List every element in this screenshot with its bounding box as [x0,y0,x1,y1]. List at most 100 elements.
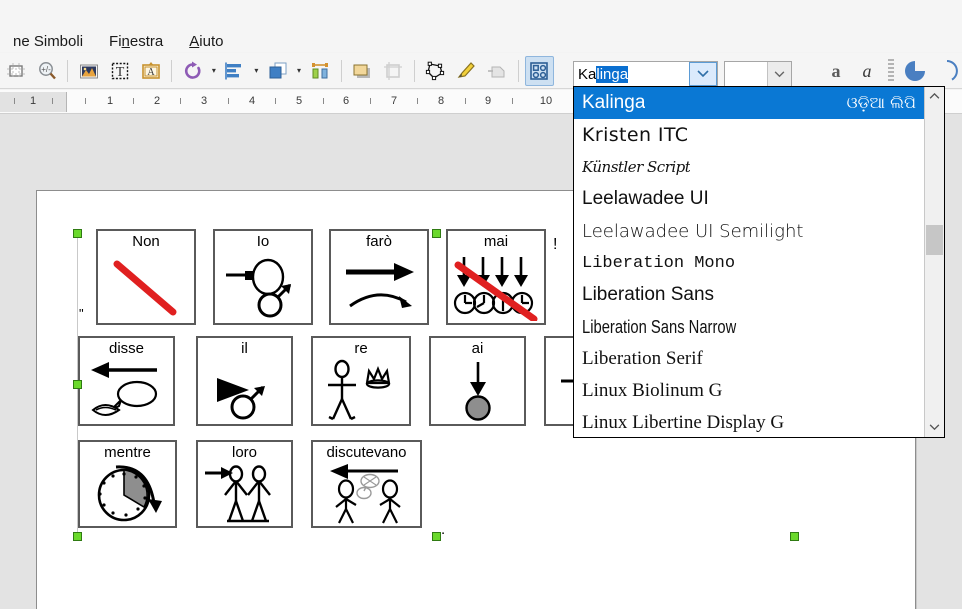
pictogram-card[interactable]: Non [96,229,196,325]
menu-item-finestra[interactable]: Finestra [96,31,176,53]
pictogram-card[interactable]: ai [429,336,526,426]
pictogram-art [215,251,311,323]
pictogram-label: ai [471,340,484,357]
align-dropdown-icon[interactable]: ▾ [251,58,263,84]
pictogram-card[interactable]: loro [196,440,293,528]
font-size-dropdown-arrow[interactable] [767,62,791,86]
pictogram-card[interactable]: Io [213,229,313,325]
pictogram-card[interactable]: mentre [78,440,177,528]
toolbar-separator [517,59,519,82]
font-list-scrollbar[interactable] [924,87,944,437]
font-name-completion: linga [596,65,629,83]
font-name-combobox[interactable]: Ka linga [573,61,718,87]
crop-icon[interactable] [379,56,408,86]
font-list-item-liberation-sans[interactable]: Liberation Sans [574,279,924,311]
clocks-crossed-icon [453,257,538,321]
chevron-down-icon [774,70,785,77]
pictogram-card[interactable]: disse [78,336,175,426]
chevron-down-icon [929,424,940,431]
pictogram-art [313,358,409,424]
menu-item-simboli[interactable]: ne Simboli [0,31,96,53]
pictogram-label: disse [108,340,145,357]
selection-handle[interactable] [790,532,799,541]
rotate-dropdown-icon[interactable]: ▾ [208,58,220,84]
clock-sweep-icon [97,465,162,522]
font-list-item-linux-biolinum-g[interactable]: Linux Biolinum G [574,375,924,407]
distribute-icon[interactable] [306,56,335,86]
font-list-items: Kalinga ଓଡ଼ିଆ ଲିପି Kristen ITC Künstler … [574,87,924,437]
red-diagonal-stroke-icon [113,260,177,316]
font-list-item-label: Leelawadee UI Semilight [582,220,804,242]
svg-text:T: T [115,65,124,80]
selection-handle[interactable] [73,532,82,541]
font-list-item-label: Leelawadee UI [582,188,709,209]
pictogram-card[interactable]: discutevano [311,440,422,528]
font-name-dropdown-list[interactable]: Kalinga ଓଡ଼ିଆ ଲିପି Kristen ITC Künstler … [573,86,945,438]
font-list-item-sample: ଓଡ଼ିଆ ଲିପି [846,93,916,112]
points-icon[interactable] [421,56,450,86]
scroll-down-button[interactable] [925,418,944,437]
font-list-item-liberation-sans-narrow[interactable]: Liberation Sans Narrow [574,311,924,343]
font-list-item-label: Kalinga [582,92,646,113]
quote-mark: " [79,306,84,321]
display-grid-icon[interactable] [1,56,30,86]
show-draw-functions-icon[interactable] [524,55,554,86]
font-name-input[interactable]: Ka linga [574,62,689,86]
font-list-item-label: Liberation Sans Narrow [582,316,737,337]
pictogram-label: re [354,340,368,357]
pictogram-card[interactable]: farò [329,229,429,325]
pie-chart-shape-icon[interactable] [901,56,930,86]
ruler-number: 2 [153,95,161,107]
shadow-icon[interactable] [348,56,377,86]
font-list-item-linux-libertine-display-g[interactable]: Linux Libertine Display G [574,407,924,437]
insert-textframe-icon[interactable]: A [136,56,165,86]
menu-item-aiuto[interactable]: Aiuto [176,31,236,53]
pictogram-card[interactable]: re [311,336,411,426]
arrange-icon[interactable] [263,56,292,86]
font-name-dropdown-arrow[interactable] [689,62,717,86]
triangle-male-symbol-icon [216,378,265,420]
selection-handle[interactable] [432,229,441,238]
font-list-item-kristen-itc[interactable]: Kristen ITC [574,119,924,151]
pictogram-art [80,358,173,424]
font-list-item-leelawadee-ui-semilight[interactable]: Leelawadee UI Semilight [574,215,924,247]
scrollbar-thumb[interactable] [926,225,943,255]
insert-image-icon[interactable] [74,56,103,86]
font-size-combobox[interactable] [724,61,792,87]
glue-points-icon[interactable] [452,56,481,86]
selection-handle[interactable] [73,380,82,389]
increase-font-size-icon[interactable]: a [821,56,850,86]
pictogram-card[interactable]: mai [446,229,546,325]
mouth-speech-arrow-left-icon [90,362,157,416]
chevron-up-icon [929,93,940,99]
ruler-tick [180,98,181,104]
font-list-item-kunstler-script[interactable]: Künstler Script [574,151,924,183]
extrusion-icon[interactable] [483,56,512,86]
insert-text-box-icon[interactable]: T [105,56,134,86]
font-list-item-liberation-serif[interactable]: Liberation Serif [574,343,924,375]
selection-handle[interactable] [73,229,82,238]
libreoffice-draw-window: ne Simboli Finestra Aiuto +/- T A ▾ ▾ ▾ … [0,0,962,609]
zoom-icon[interactable]: +/- [32,56,61,86]
ruler-number: 4 [248,95,256,107]
align-objects-icon[interactable] [221,56,250,86]
ruler-number: 1 [106,95,114,107]
font-list-item-leelawadee-ui[interactable]: Leelawadee UI [574,183,924,215]
font-list-item-liberation-mono[interactable]: Liberation Mono [574,247,924,279]
pictogram-label: il [241,340,248,357]
toolbar-grip[interactable] [888,58,894,83]
person-crown-icon [328,359,391,421]
arrange-dropdown-icon[interactable]: ▾ [293,58,305,84]
ruler-tick [465,98,466,104]
pictogram-card[interactable]: il [196,336,293,426]
font-size-input[interactable] [725,62,767,86]
arc-shape-icon[interactable] [932,56,961,86]
rotate-icon[interactable] [178,56,207,86]
font-list-item-kalinga[interactable]: Kalinga ଓଡ଼ିଆ ଲିପି [574,87,924,119]
selection-handle[interactable] [432,532,441,541]
ruler-tick [52,98,53,104]
svg-text:+/-: +/- [41,65,51,74]
scroll-up-button[interactable] [925,87,944,106]
italic-style-icon[interactable]: a [852,56,881,86]
svg-text:a: a [862,61,871,81]
